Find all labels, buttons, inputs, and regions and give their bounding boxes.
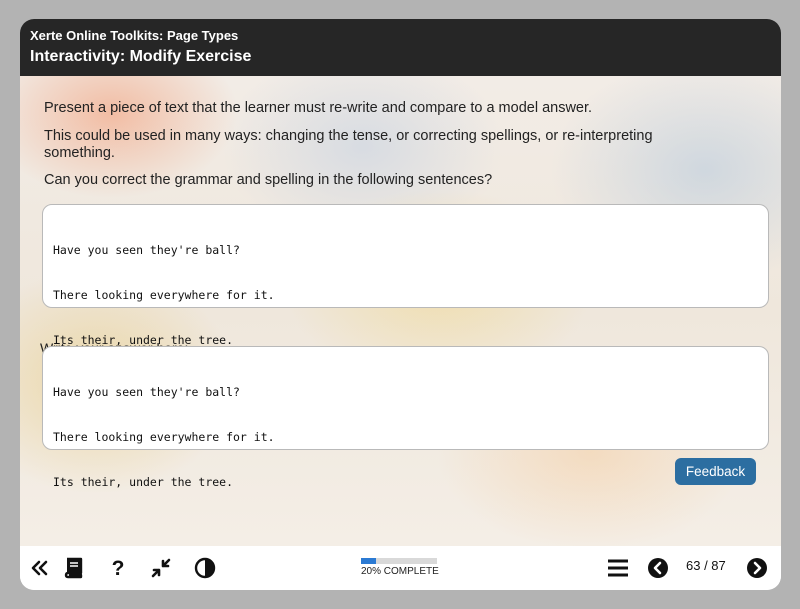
page-counter: 63 / 87 xyxy=(686,558,726,573)
question-text: Can you correct the grammar and spelling… xyxy=(44,172,493,188)
header: Xerte Online Toolkits: Page Types Intera… xyxy=(20,19,781,76)
source-text-box: Have you seen they're ball? There lookin… xyxy=(42,204,769,347)
contrast-icon[interactable] xyxy=(193,556,217,580)
description-text: This could be used in many ways: changin… xyxy=(44,128,653,161)
progress-indicator: 20% COMPLETE xyxy=(361,558,441,577)
previous-icon[interactable] xyxy=(646,556,670,580)
source-line: Have you seen they're ball? xyxy=(53,243,240,257)
source-line: There looking everywhere for it. xyxy=(53,288,275,302)
progress-bar xyxy=(361,558,437,564)
page-title: Interactivity: Modify Exercise xyxy=(30,48,252,65)
answer-line: Its their, under the tree. xyxy=(53,475,234,489)
footer-toolbar: ? 20% COMPLETE 63 / 87 xyxy=(20,546,781,590)
svg-text:?: ? xyxy=(112,557,125,579)
answer-line: There looking everywhere for it. xyxy=(53,430,275,444)
book-icon[interactable] xyxy=(61,556,85,580)
next-icon[interactable] xyxy=(745,556,769,580)
intro-text: Present a piece of text that the learner… xyxy=(44,100,593,116)
project-title: Xerte Online Toolkits: Page Types xyxy=(30,28,239,43)
feedback-button[interactable]: Feedback xyxy=(675,458,756,485)
page-content: Present a piece of text that the learner… xyxy=(20,76,781,546)
app-frame: Xerte Online Toolkits: Page Types Intera… xyxy=(20,19,781,590)
progress-fill xyxy=(361,558,377,564)
menu-icon[interactable] xyxy=(606,556,630,580)
progress-label: 20% COMPLETE xyxy=(361,566,439,577)
collapse-arrows-icon[interactable] xyxy=(149,556,173,580)
question-icon[interactable]: ? xyxy=(106,556,130,580)
double-chevron-left-icon[interactable] xyxy=(28,556,52,580)
answer-line: Have you seen they're ball? xyxy=(53,385,240,399)
answer-textarea[interactable]: Have you seen they're ball? There lookin… xyxy=(42,346,769,489)
